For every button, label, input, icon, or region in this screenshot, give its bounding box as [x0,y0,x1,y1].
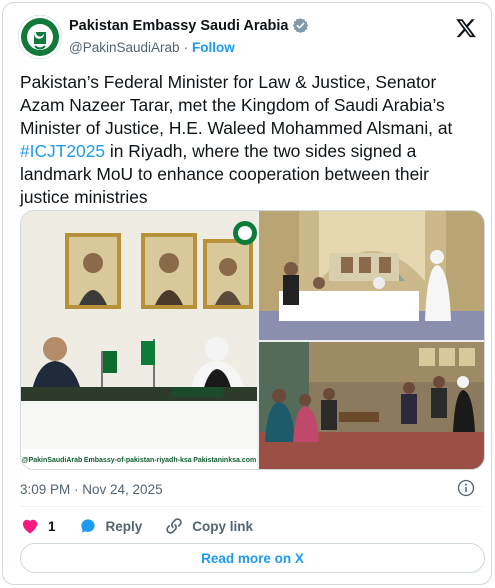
signing-scene-graphic [21,211,257,469]
credit-embassy: Embassy-of-pakistan-riyadh-ksa [83,456,192,464]
x-logo-icon[interactable] [455,17,477,39]
heart-icon [22,519,38,534]
verified-badge-icon [293,18,309,34]
photo-signing-wide[interactable] [259,211,484,340]
credit-website: Pakistaninksa.com [193,456,257,464]
follow-button[interactable]: Follow [192,40,235,55]
reply-button[interactable]: Reply [78,516,143,536]
info-icon[interactable] [457,479,475,497]
copy-link-button[interactable]: Copy link [164,516,253,536]
reply-bubble-icon [80,519,95,533]
like-button[interactable]: 1 [20,516,56,536]
read-more-button[interactable]: Read more on X [20,543,485,573]
photo-signing-ceremony[interactable]: @PakinSaudiArab Embassy-of-pakistan-riya… [21,211,257,469]
hashtag-link[interactable]: #ICJT2025 [20,141,105,161]
author-name-row: Pakistan Embassy Saudi Arabia [69,17,309,34]
hall-signing-graphic [259,211,484,340]
handle-row: @PakinSaudiArab · Follow [69,40,235,55]
author-name[interactable]: Pakistan Embassy Saudi Arabia [69,18,288,34]
like-count: 1 [48,518,56,534]
link-icon [166,518,182,534]
tweet-text: Pakistan’s Federal Minister for Law & Ju… [20,71,482,209]
credit-handle: @PakinSaudiArab [21,456,83,464]
photo-credit-strip: @PakinSaudiArab Embassy-of-pakistan-riya… [21,449,257,469]
meeting-room-graphic [259,342,484,469]
media-grid: @PakinSaudiArab Embassy-of-pakistan-riya… [20,210,485,470]
avatar[interactable] [18,15,62,59]
author-handle[interactable]: @PakinSaudiArab [69,40,180,55]
tweet-card: Pakistan Embassy Saudi Arabia @PakinSaud… [2,2,492,585]
embassy-emblem-icon [18,15,62,59]
action-bar: 1 Reply Copy link [20,515,275,537]
timestamp[interactable]: 3:09 PM · Nov 24, 2025 [20,482,163,497]
separator-dot: · [183,40,189,55]
reply-label: Reply [105,518,143,534]
tweet-text-part: Pakistan’s Federal Minister for Law & Ju… [20,72,453,138]
copy-link-label: Copy link [192,518,254,534]
photo-meeting-room[interactable] [259,342,484,469]
divider [20,506,482,507]
